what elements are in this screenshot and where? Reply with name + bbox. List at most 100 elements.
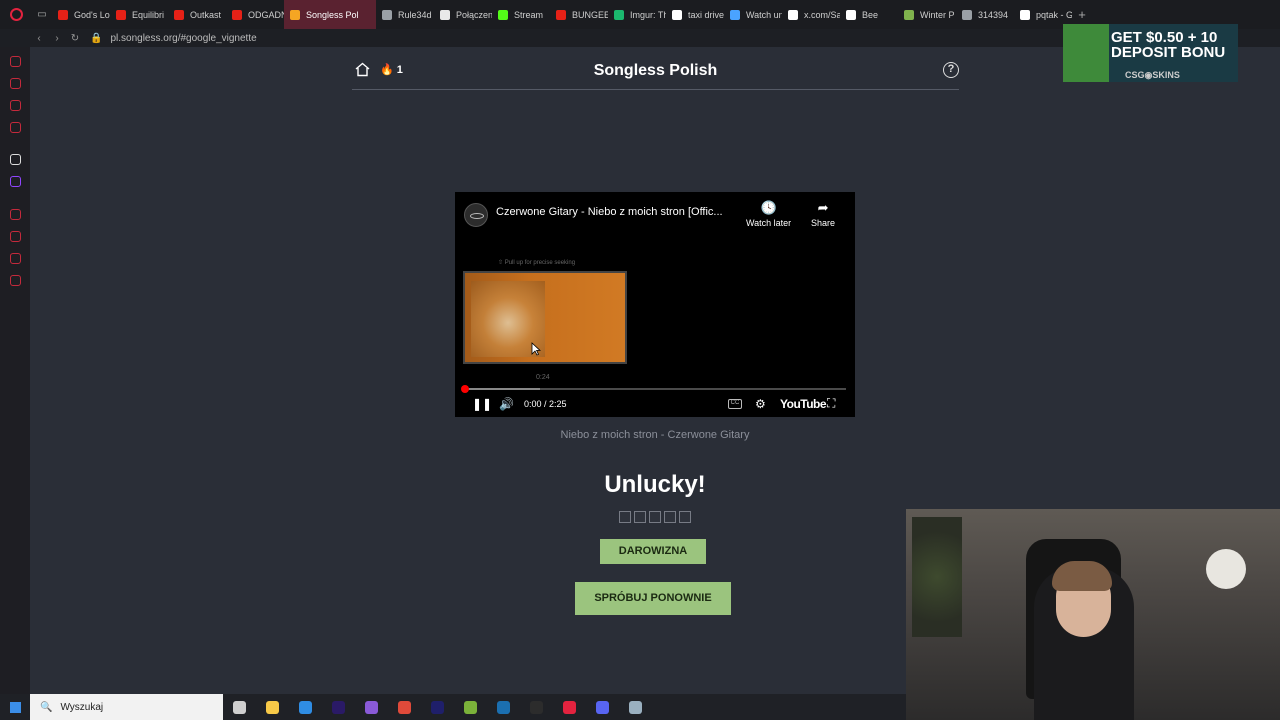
tab-label: x.com/Sa: [804, 9, 840, 20]
song-caption: Niebo z moich stron - Czerwone Gitary: [560, 429, 750, 441]
sidebar-settings-icon[interactable]: [10, 275, 21, 286]
task-view-icon[interactable]: [223, 700, 256, 714]
chrome-icon[interactable]: [388, 700, 421, 714]
browser-tab[interactable]: Bee: [840, 0, 898, 29]
browser-tab[interactable]: x.com/Sa: [782, 0, 840, 29]
taskbar-search[interactable]: 🔍 Wyszukaj: [30, 694, 223, 720]
tab-favicon-icon: [788, 9, 798, 20]
attempt-square: [649, 511, 661, 523]
tab-label: Winter P: [920, 9, 955, 20]
steam-icon[interactable]: [487, 700, 520, 714]
tab-label: Połączen: [456, 9, 492, 20]
url-field[interactable]: pl.songless.org/#google_vignette: [110, 33, 256, 44]
lamp-image: [1206, 549, 1246, 589]
youtube-player[interactable]: Czerwone Gitary - Niebo z moich stron [O…: [455, 192, 855, 417]
browser-tab[interactable]: Rule34d: [376, 0, 434, 29]
minecraft-icon[interactable]: [454, 700, 487, 714]
share-button[interactable]: ➦ Share: [811, 200, 835, 228]
tab-label: ODGADN: [248, 9, 284, 20]
video-title[interactable]: Czerwone Gitary - Niebo z moich stron [O…: [496, 206, 741, 218]
sidebar-bag-icon[interactable]: [10, 78, 21, 89]
seek-preview-thumbnail: [463, 271, 627, 364]
browser-tab[interactable]: taxi drive: [666, 0, 724, 29]
sidebar-messages-icon[interactable]: [10, 100, 21, 111]
opera-gx-icon[interactable]: [553, 700, 586, 714]
browser-tab[interactable]: Stream: [492, 0, 550, 29]
browser-tab[interactable]: Winter P: [898, 0, 956, 29]
result-heading: Unlucky!: [604, 471, 706, 498]
browser-tab[interactable]: ODGADN: [226, 0, 284, 29]
tab-favicon-icon: [672, 9, 682, 20]
volume-icon[interactable]: 🔊: [499, 395, 514, 412]
tab-label: taxi drive: [688, 9, 724, 20]
tab-favicon-icon: [904, 9, 914, 20]
misc-app-icon[interactable]: [619, 700, 652, 714]
settings-gear-icon[interactable]: ⚙: [755, 395, 766, 412]
christmas-tree-image: [912, 517, 962, 637]
reload-icon[interactable]: ↻: [66, 33, 84, 44]
pause-icon[interactable]: ❚❚: [472, 395, 492, 412]
app-icon[interactable]: [355, 700, 388, 714]
watch-later-button[interactable]: 🕓 Watch later: [746, 200, 791, 228]
donate-button[interactable]: DAROWIZNA: [600, 539, 706, 564]
tab-favicon-icon: [382, 9, 392, 20]
tab-label: Songless Pol: [306, 9, 359, 20]
sidebar-twitch-icon[interactable]: [10, 176, 21, 187]
tab-label: BUNGEE: [572, 9, 608, 20]
tab-favicon-icon: [556, 9, 566, 20]
channel-avatar[interactable]: [464, 203, 488, 227]
sidebar-app-icon[interactable]: [10, 154, 21, 165]
webcam-overlay: [906, 509, 1280, 720]
captions-button[interactable]: CC: [728, 395, 742, 412]
vscode-icon[interactable]: [289, 700, 322, 714]
obs-icon[interactable]: [520, 700, 553, 714]
browser-tab[interactable]: Połączen: [434, 0, 492, 29]
browser-tab[interactable]: 314394: [956, 0, 1014, 29]
sidebar-extensions-icon[interactable]: [10, 253, 21, 264]
search-icon: 🔍: [40, 701, 53, 713]
tab-favicon-icon: [58, 9, 68, 20]
fullscreen-icon[interactable]: ⛶: [827, 395, 835, 412]
browser-tab[interactable]: Outkast: [168, 0, 226, 29]
youtube-logo[interactable]: YouTube: [780, 395, 827, 412]
search-input[interactable]: Wyszukaj: [60, 702, 103, 713]
browser-tab[interactable]: Equilibri: [110, 0, 168, 29]
share-icon: ➦: [817, 200, 829, 215]
sidebar-player-icon[interactable]: [10, 209, 21, 220]
sidebar-news-icon[interactable]: [10, 122, 21, 133]
browser-tab[interactable]: BUNGEE: [550, 0, 608, 29]
opera-logo-icon[interactable]: [0, 0, 32, 29]
ad-brand: CSG◉SKINS: [1125, 70, 1180, 80]
browser-tab[interactable]: God's Lo: [52, 0, 110, 29]
clock-icon: 🕓: [760, 200, 777, 215]
browser-sidebar: [0, 47, 30, 694]
workspaces-icon[interactable]: ▭: [32, 0, 52, 29]
tab-label: Equilibri: [132, 9, 165, 20]
attempt-square: [664, 511, 676, 523]
premiere-icon[interactable]: [322, 700, 355, 714]
back-icon[interactable]: ‹: [30, 33, 48, 44]
tab-favicon-icon: [174, 9, 184, 20]
preview-timestamp: 0:24: [536, 374, 550, 381]
sidebar-history-icon[interactable]: [10, 56, 21, 67]
tab-label: pqtak - G: [1036, 9, 1072, 20]
discord-icon[interactable]: [586, 700, 619, 714]
new-tab-button[interactable]: +: [1072, 7, 1092, 22]
tab-label: Stream: [514, 9, 544, 20]
windows-start-icon[interactable]: [0, 701, 30, 713]
forward-icon[interactable]: ›: [48, 33, 66, 44]
help-icon[interactable]: ?: [943, 62, 959, 78]
lock-icon: 🔒: [90, 32, 103, 44]
buffered-bar: [464, 388, 541, 390]
browser-tab[interactable]: Watch un: [724, 0, 782, 29]
tab-favicon-icon: [846, 9, 856, 20]
tab-favicon-icon: [440, 9, 450, 20]
file-explorer-icon[interactable]: [256, 700, 289, 714]
browser-tab[interactable]: Songless Pol: [284, 0, 376, 29]
after-effects-icon[interactable]: [421, 700, 454, 714]
browser-tab[interactable]: Imgur: Th: [608, 0, 666, 29]
advertisement-banner[interactable]: GET $0.50 + 10 DEPOSIT BONU CSG◉SKINS: [1063, 24, 1238, 82]
sidebar-clock-icon[interactable]: [10, 231, 21, 242]
scrubber-handle[interactable]: [461, 385, 469, 393]
retry-button[interactable]: SPRÓBUJ PONOWNIE: [575, 582, 731, 615]
